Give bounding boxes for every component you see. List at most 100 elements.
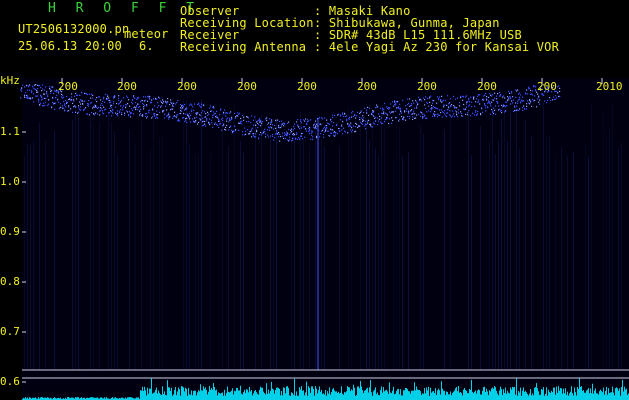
spectrum-bar xyxy=(513,387,514,400)
echo-dot xyxy=(258,124,260,126)
echo-dot xyxy=(462,115,464,117)
echo-dot xyxy=(189,112,191,115)
spectrum-bar xyxy=(304,395,305,400)
echo-dot xyxy=(119,110,121,112)
echo-dot xyxy=(74,95,76,97)
echo-dot xyxy=(283,125,285,127)
echo-dot xyxy=(522,107,524,109)
spectrum-bar xyxy=(555,394,556,400)
echo-dot xyxy=(230,111,232,113)
spectrum-bar xyxy=(378,394,379,400)
spectrum-bar xyxy=(592,383,593,400)
echo-dot xyxy=(42,84,44,86)
echo-dot xyxy=(101,102,103,105)
echo-dot xyxy=(347,132,349,134)
echo-dot xyxy=(209,123,211,126)
echo-dot xyxy=(180,112,182,115)
echo-dot xyxy=(144,105,146,107)
echo-dot xyxy=(473,96,475,98)
echo-dot xyxy=(305,118,307,120)
echo-dot xyxy=(346,120,348,122)
spectrum-bar xyxy=(355,395,356,400)
spectrum-bar xyxy=(610,392,611,400)
spectrum-bar xyxy=(397,389,398,400)
spectrum-bar xyxy=(448,394,449,400)
streak xyxy=(324,146,325,370)
echo-dot xyxy=(147,115,149,118)
spectrum-bar xyxy=(531,395,532,400)
echo-dot xyxy=(49,86,51,88)
echo-dot xyxy=(193,109,195,111)
echo-dot xyxy=(231,129,233,131)
echo-dot xyxy=(326,125,328,127)
echo-dot xyxy=(361,110,363,112)
echo-dot xyxy=(265,136,267,138)
echo-dot xyxy=(24,95,26,97)
streak xyxy=(339,145,340,370)
echo-dot xyxy=(123,97,125,99)
echo-dot xyxy=(448,107,450,109)
echo-dot xyxy=(159,111,161,113)
spectrum-bar xyxy=(522,390,523,400)
spectrum-bar xyxy=(215,390,216,400)
streak xyxy=(114,131,115,370)
echo-dot xyxy=(278,132,280,134)
streak xyxy=(450,104,451,371)
echo-dot xyxy=(120,101,122,103)
spectrum-bar xyxy=(228,391,229,400)
spectrum-bar xyxy=(377,392,378,400)
echo-dot xyxy=(364,107,366,109)
y-tick-label: 0.6 xyxy=(0,375,20,388)
echo-dot xyxy=(373,111,375,113)
spectrum-bar xyxy=(242,394,243,400)
echo-dot xyxy=(282,135,284,137)
echo-dot xyxy=(304,126,306,128)
echo-dot xyxy=(477,95,479,97)
echo-dot xyxy=(266,119,268,121)
echo-dot xyxy=(544,100,546,102)
spectrum-bar xyxy=(154,392,155,400)
echo-dot xyxy=(342,120,344,123)
echo-dot xyxy=(295,137,297,139)
echo-dot xyxy=(346,115,348,117)
echo-dot xyxy=(510,96,512,98)
echo-dot xyxy=(223,123,225,125)
spectrum-bar xyxy=(323,393,324,400)
echo-dot xyxy=(85,107,87,109)
spectrum-bar xyxy=(527,394,528,400)
echo-dot xyxy=(424,104,426,106)
echo-dot xyxy=(407,98,409,100)
echo-dot xyxy=(189,118,191,120)
echo-dot xyxy=(140,113,142,115)
spectrum-bar xyxy=(516,378,517,400)
streak xyxy=(276,118,277,370)
echo-dot xyxy=(466,103,468,105)
spectrum-bar xyxy=(250,391,251,400)
echo-dot xyxy=(349,116,351,118)
echo-dot xyxy=(397,101,399,103)
echo-dot xyxy=(24,86,26,88)
spectrum-bar xyxy=(376,394,377,400)
spectrum-bar xyxy=(321,389,322,400)
streak xyxy=(612,102,613,370)
echo-dot xyxy=(293,125,295,128)
echo-dot xyxy=(339,130,341,132)
echo-dot xyxy=(139,114,141,116)
echo-dot xyxy=(416,107,418,109)
echo-dot xyxy=(316,137,318,139)
spectrum-bar xyxy=(504,392,505,400)
echo-dot xyxy=(45,86,47,88)
echo-dot xyxy=(46,91,48,93)
echo-dot xyxy=(459,105,461,107)
spectrum-bar xyxy=(290,395,291,400)
echo-dot xyxy=(317,125,319,127)
echo-dot xyxy=(250,121,252,124)
echo-dot xyxy=(300,119,302,121)
echo-dot xyxy=(227,117,229,119)
echo-dot xyxy=(517,89,519,91)
echo-dot xyxy=(168,112,170,114)
spectrum-bar xyxy=(459,392,460,400)
echo-dot xyxy=(126,95,128,97)
spectrum-bar xyxy=(571,386,572,400)
echo-dot xyxy=(356,115,358,117)
